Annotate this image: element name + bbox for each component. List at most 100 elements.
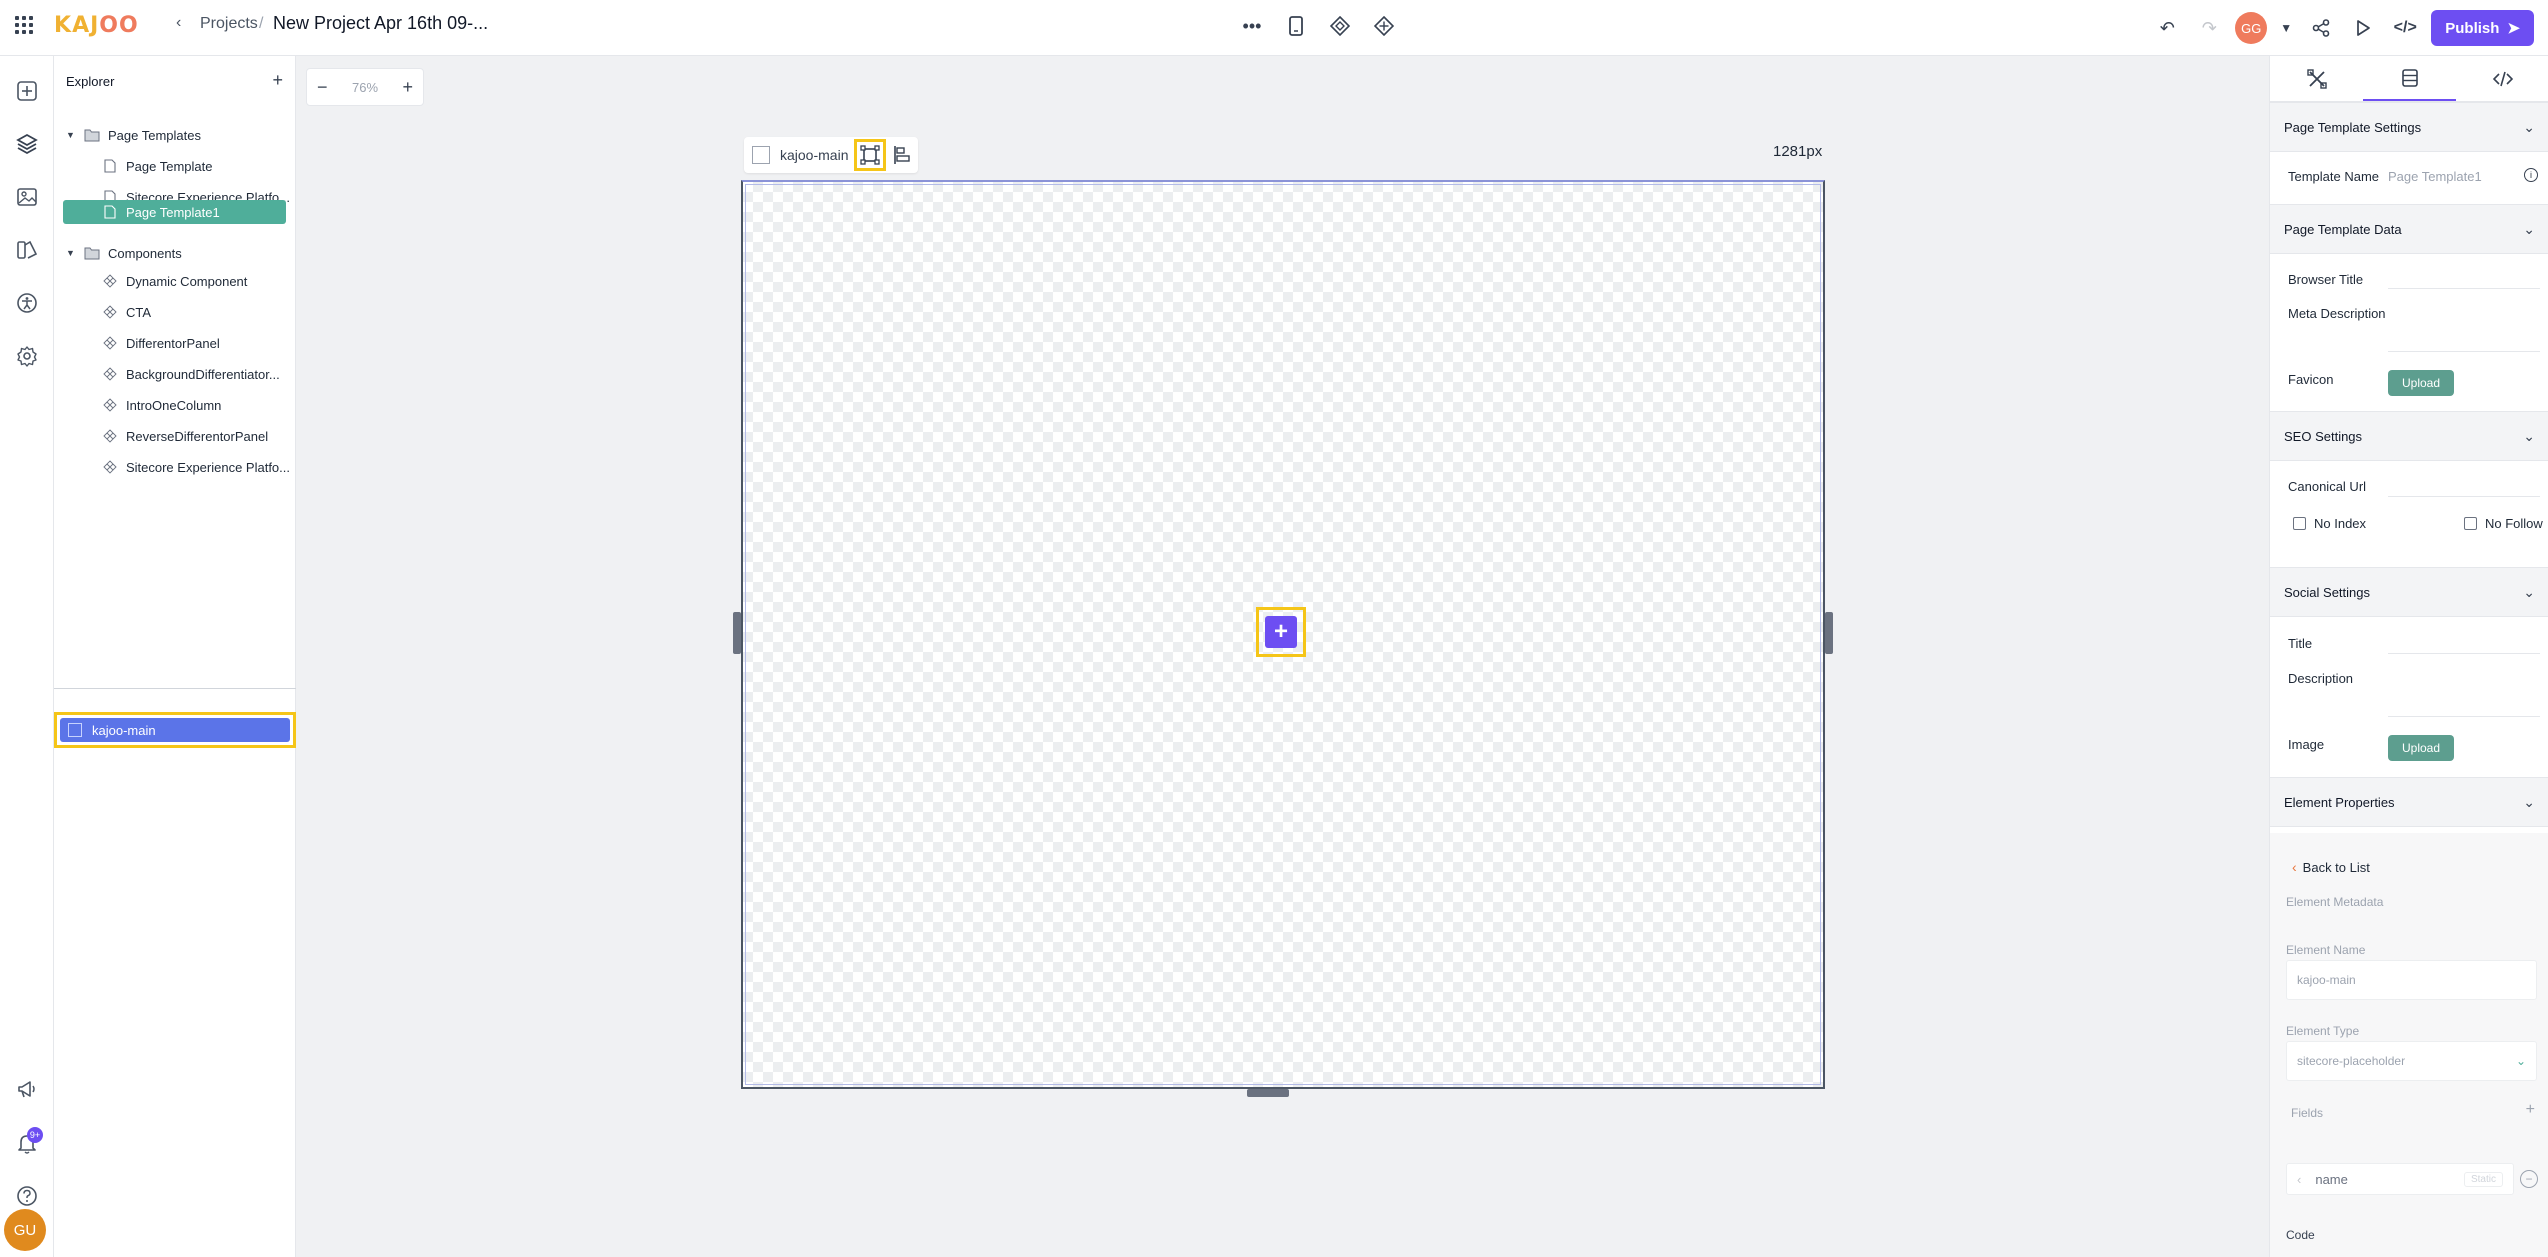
user-avatar-top[interactable]: GG — [2235, 12, 2268, 44]
favicon-upload-button[interactable]: Upload — [2388, 370, 2454, 396]
logo-letter-o2: O — [118, 12, 138, 38]
tab-data[interactable] — [2363, 56, 2456, 101]
component-icon[interactable] — [1324, 10, 1356, 42]
no-follow-checkbox[interactable]: No Follow — [2464, 516, 2543, 531]
add-element-button[interactable]: + — [1256, 607, 1306, 657]
tree-item-component[interactable]: Sitecore Experience Platfo... — [102, 454, 290, 480]
component-icon — [102, 366, 118, 382]
redo-icon[interactable]: ↷ — [2193, 12, 2225, 44]
section-title: Page Template Data — [2284, 221, 2402, 237]
field-row-name[interactable]: ‹ name Static — [2286, 1163, 2514, 1195]
announcement-icon[interactable] — [9, 1071, 45, 1107]
style-guide-icon[interactable] — [9, 232, 45, 268]
top-center-tools: ••• — [1236, 10, 1400, 42]
image-icon[interactable] — [9, 179, 45, 215]
section-seo-settings[interactable]: SEO Settings ⌄ — [2270, 411, 2548, 461]
remove-field-icon[interactable]: − — [2520, 1170, 2538, 1188]
resize-handle-left[interactable] — [733, 612, 741, 654]
back-to-list-link[interactable]: ‹ Back to List — [2292, 859, 2370, 875]
layer-item[interactable]: kajoo-main — [60, 718, 290, 742]
browser-title-input[interactable] — [2388, 288, 2540, 289]
section-social-settings[interactable]: Social Settings ⌄ — [2270, 567, 2548, 617]
top-bar: K A J O O ‹ Projects / New Project Apr 1… — [0, 0, 2548, 56]
resize-handle-right[interactable] — [1825, 612, 1833, 654]
tree-item-component[interactable]: CTA — [102, 299, 290, 325]
tree-item-page-template1[interactable]: Page Template1 — [63, 200, 286, 224]
placeholder-square-icon — [752, 146, 770, 164]
zoom-control: − 76% + — [306, 68, 424, 106]
component-variant-icon[interactable] — [1368, 10, 1400, 42]
tree-item-component[interactable]: Dynamic Component — [102, 268, 290, 294]
meta-description-textarea[interactable] — [2388, 314, 2540, 352]
more-options-icon[interactable]: ••• — [1236, 10, 1268, 42]
fields-label: Fields — [2291, 1106, 2324, 1120]
section-page-template-settings[interactable]: Page Template Settings ⌄ — [2270, 102, 2548, 152]
element-type-select[interactable]: sitecore-placeholder ⌄ — [2286, 1041, 2537, 1081]
social-title-label: Title — [2288, 636, 2313, 651]
select-frame-icon[interactable] — [854, 139, 887, 171]
tree-item-component[interactable]: IntroOneColumn — [102, 392, 290, 418]
component-icon — [102, 397, 118, 413]
undo-icon[interactable]: ↶ — [2151, 12, 2183, 44]
chevron-left-icon[interactable]: ‹ — [176, 14, 181, 32]
chevron-down-icon[interactable]: ▼ — [2277, 12, 2295, 44]
tree-folder-components[interactable]: ▼ Components — [66, 240, 290, 266]
tab-design[interactable] — [2270, 56, 2363, 101]
layer-kajoo-main[interactable]: kajoo-main — [54, 712, 296, 748]
element-name-input[interactable]: kajoo-main — [2286, 960, 2537, 1000]
notifications-bell-icon[interactable]: 9+ — [9, 1125, 45, 1161]
canonical-url-input[interactable] — [2388, 496, 2540, 497]
social-description-textarea[interactable] — [2388, 679, 2540, 717]
tree-item-component[interactable]: BackgroundDifferentiator... — [102, 361, 290, 387]
align-icon[interactable] — [886, 139, 918, 171]
resize-handle-bottom[interactable] — [1247, 1089, 1289, 1097]
apps-grid-icon[interactable] — [13, 14, 35, 36]
info-icon[interactable]: i — [2524, 168, 2538, 182]
add-icon[interactable] — [9, 73, 45, 109]
no-index-checkbox[interactable]: No Index — [2293, 516, 2366, 531]
add-field-icon[interactable]: + — [2526, 1101, 2535, 1119]
publish-button[interactable]: Publish ➤ — [2431, 10, 2534, 46]
image-upload-button[interactable]: Upload — [2388, 735, 2454, 761]
component-icon — [102, 459, 118, 475]
code-slash-icon — [2492, 71, 2513, 86]
play-preview-icon[interactable] — [2347, 12, 2379, 44]
tree-item-component[interactable]: ReverseDifferentorPanel — [102, 423, 290, 449]
chevron-down-icon: ⌄ — [2515, 1054, 2526, 1068]
tab-code[interactable] — [2456, 56, 2548, 101]
left-rail: 9+ GU — [0, 56, 54, 1257]
tree-folder-page-templates[interactable]: ▼ Page Templates — [66, 122, 290, 148]
checkbox-box — [2293, 517, 2306, 530]
chevron-down-icon: ⌄ — [2523, 220, 2535, 237]
zoom-in-button[interactable]: + — [402, 77, 413, 98]
caret-down-icon: ▼ — [66, 248, 75, 258]
section-element-properties[interactable]: Element Properties ⌄ — [2270, 777, 2548, 827]
settings-gear-icon[interactable] — [9, 338, 45, 374]
project-title[interactable]: New Project Apr 16th 09-... — [273, 13, 488, 34]
social-title-input[interactable] — [2388, 653, 2540, 654]
section-page-template-data[interactable]: Page Template Data ⌄ — [2270, 204, 2548, 254]
template-name-input[interactable]: Page Template1 — [2388, 169, 2482, 184]
user-avatar[interactable]: GU — [4, 1209, 46, 1251]
element-type-label: Element Type — [2286, 1024, 2360, 1038]
social-description-label: Description — [2288, 671, 2354, 686]
accessibility-icon[interactable] — [9, 285, 45, 321]
image-label: Image — [2288, 737, 2325, 752]
code-icon[interactable]: </> — [2389, 12, 2421, 44]
chevron-down-icon: ⌄ — [2523, 427, 2535, 444]
meta-description-label: Meta Description — [2288, 306, 2386, 321]
layer-label: kajoo-main — [92, 722, 156, 738]
share-icon[interactable] — [2305, 12, 2337, 44]
logo-letter-j: J — [90, 12, 99, 38]
chevron-left-icon: ‹ — [2292, 859, 2297, 875]
tablet-view-icon[interactable] — [1280, 10, 1312, 42]
layers-icon[interactable] — [9, 126, 45, 162]
publish-label: Publish — [2445, 19, 2500, 37]
tree-item-label: Sitecore Experience Platfo... — [125, 459, 290, 475]
tree-item-component[interactable]: DifferentorPanel — [102, 330, 290, 356]
breadcrumb-projects[interactable]: Projects — [200, 15, 258, 33]
explorer-add-icon[interactable]: + — [272, 70, 283, 91]
tree-item-page-template[interactable]: Page Template — [102, 153, 290, 179]
zoom-out-button[interactable]: − — [317, 77, 328, 98]
folder-icon — [84, 127, 100, 143]
